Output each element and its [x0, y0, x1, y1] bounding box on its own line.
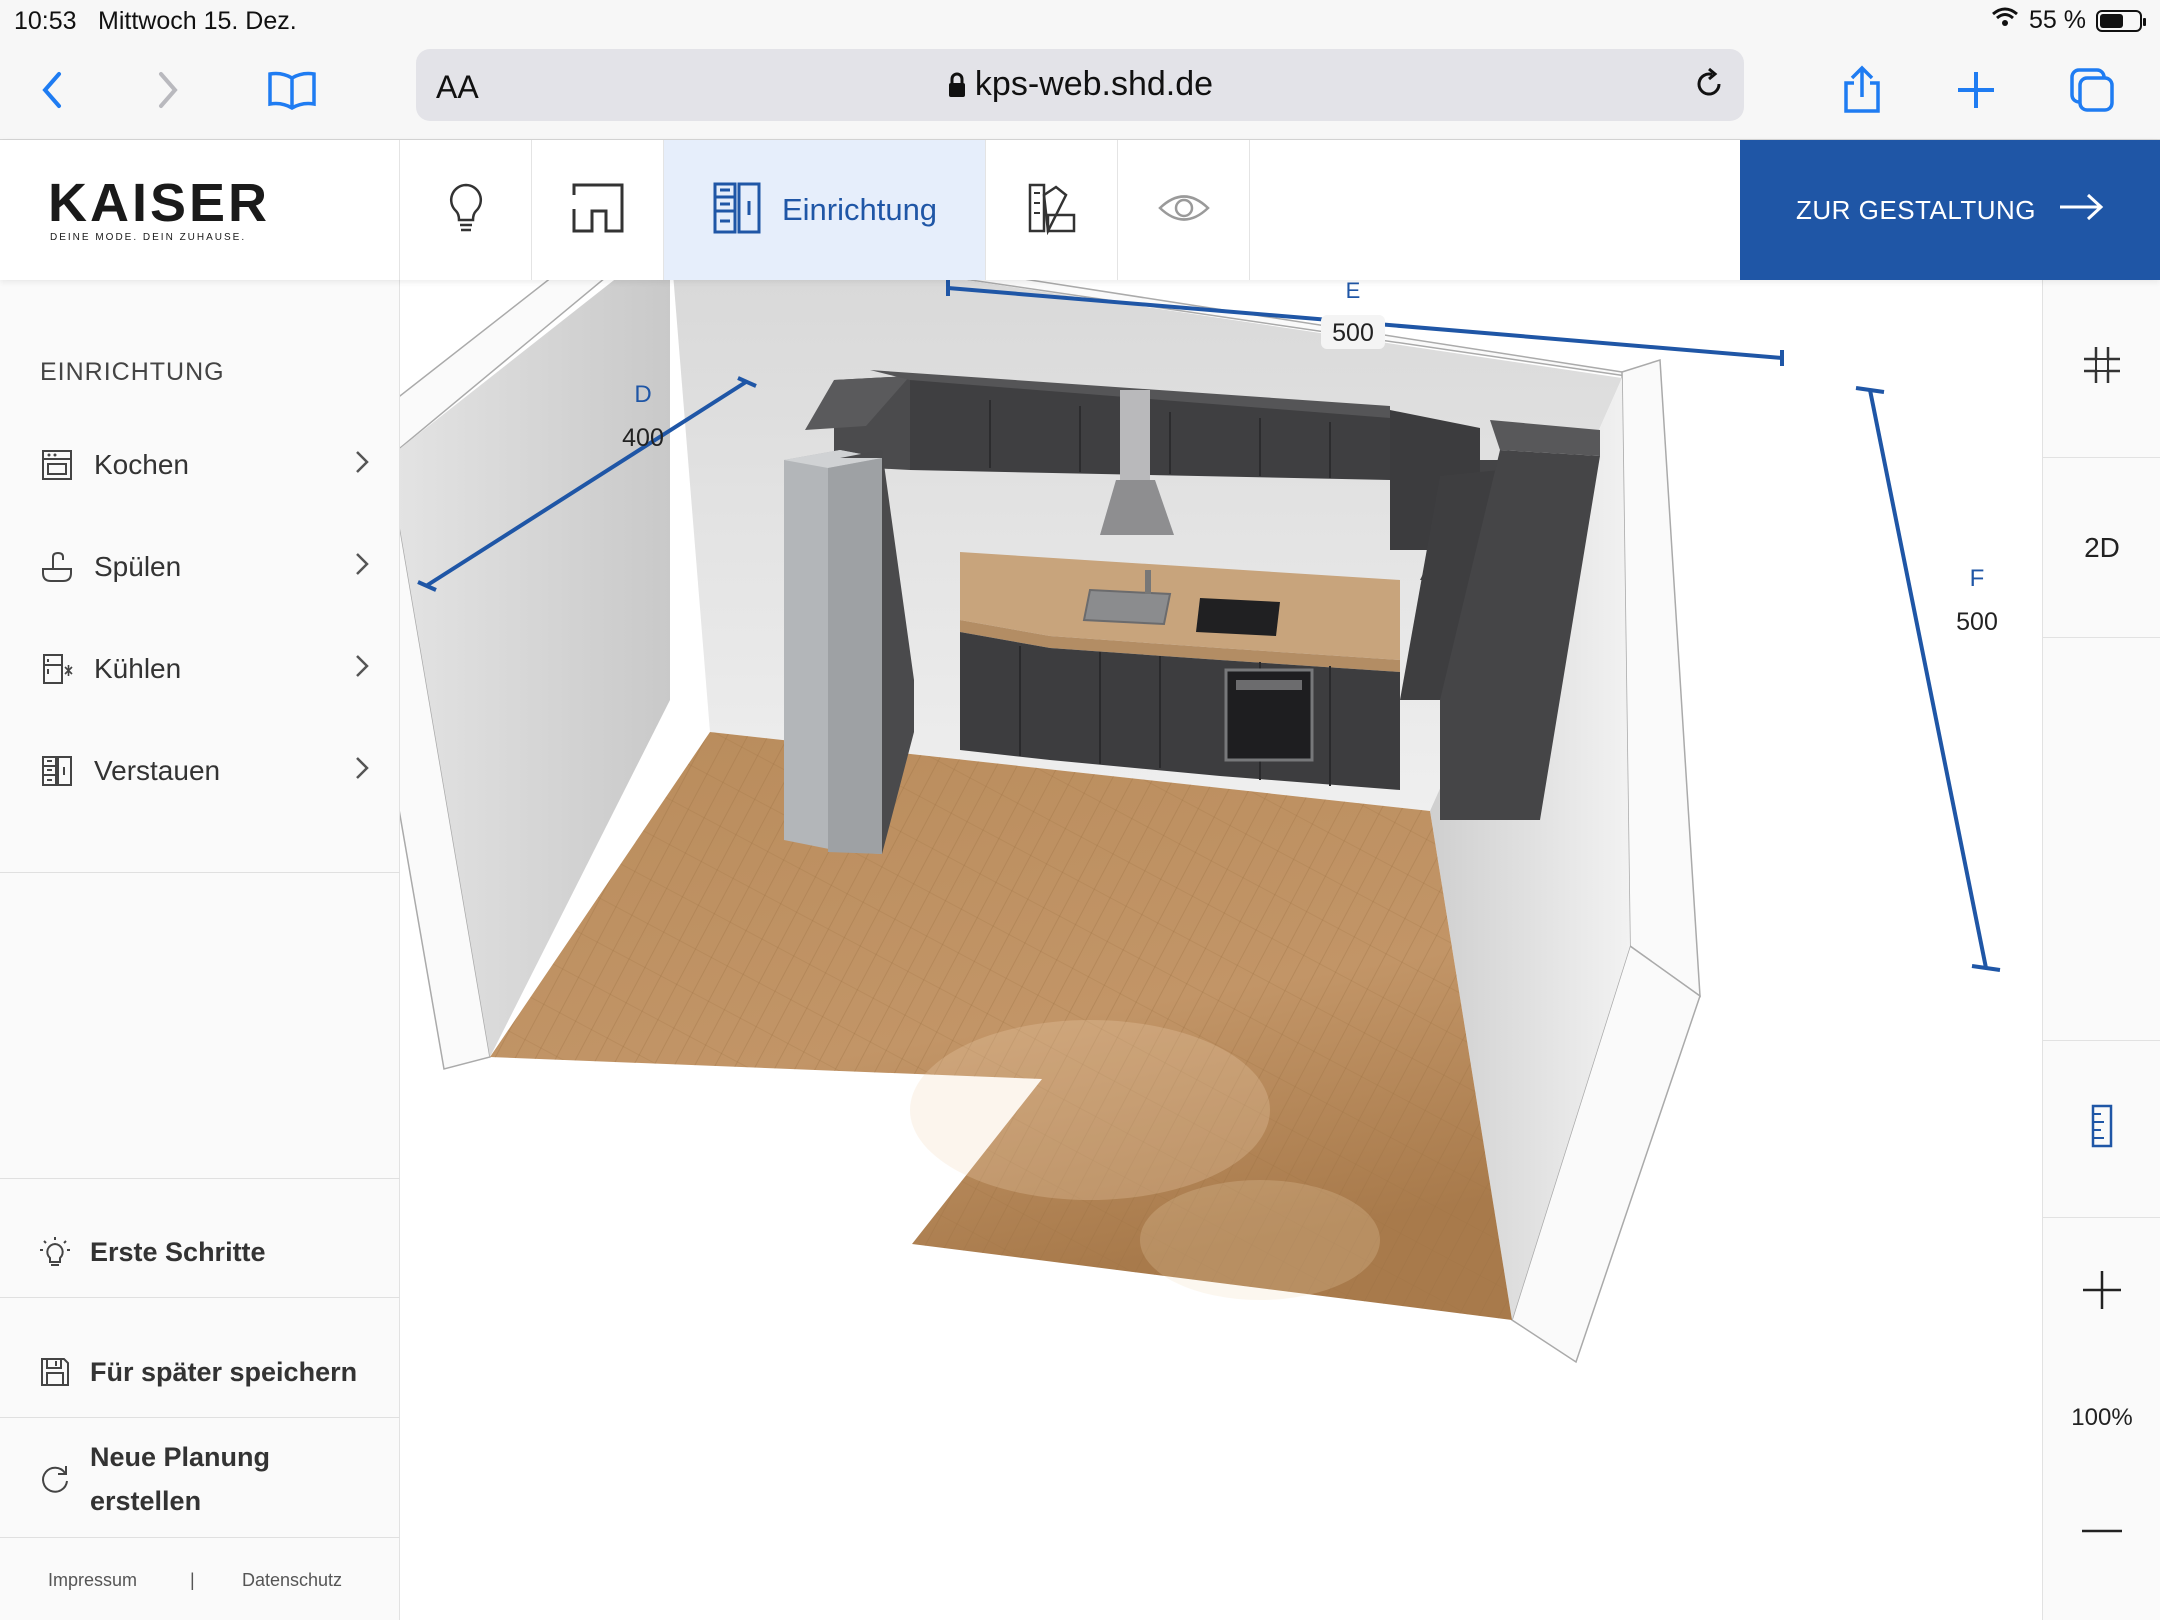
tab-ideas[interactable]: [400, 140, 532, 280]
forward-icon[interactable]: [138, 60, 198, 120]
floor: [490, 732, 1512, 1320]
measure-button[interactable]: [2043, 1040, 2160, 1218]
battery-icon: [2096, 9, 2146, 32]
app-header: KAISER DEINE MODE. DEIN ZUHAUSE. Einrich…: [0, 140, 2160, 280]
browser-toolbar: AA kps-web.shd.de: [0, 40, 2160, 140]
ruler-icon: [2090, 1104, 2114, 1155]
neue-planung-label-line2: erstellen: [90, 1486, 202, 1516]
dimension-f-value: 500: [1956, 608, 1998, 636]
divider: [0, 1297, 400, 1298]
sidebar-item-kuehlen[interactable]: Kühlen: [40, 639, 370, 699]
sidebar-item-label: Verstauen: [94, 755, 221, 786]
dimension-f[interactable]: F 500: [1855, 386, 2001, 972]
fridge-icon: [40, 652, 74, 686]
sidebar-item-spuelen[interactable]: Spülen: [40, 537, 370, 597]
erste-schritte-button[interactable]: Erste Schritte: [38, 1235, 378, 1269]
2d-toggle-button[interactable]: 2D: [2043, 458, 2160, 638]
sidebar-item-verstauen[interactable]: Verstauen: [40, 741, 370, 801]
save-later-button[interactable]: Für später speichern: [38, 1355, 378, 1389]
tab-materials[interactable]: [986, 140, 1118, 280]
view-toolbar: 2D 100%: [2042, 280, 2160, 1620]
wifi-icon: [1991, 6, 2019, 35]
crop-center-icon: [2082, 345, 2122, 392]
lock-icon: [947, 65, 975, 103]
sidebar-item-label: Kühlen: [94, 653, 182, 684]
status-date: Mittwoch 15. Dez.: [98, 7, 297, 35]
sidebar-item-label: Kochen: [94, 449, 189, 480]
divider: [0, 872, 400, 873]
address-bar[interactable]: AA kps-web.shd.de: [416, 49, 1744, 121]
sink-icon: [40, 550, 74, 584]
divider: [0, 1417, 400, 1418]
plus-icon: [2081, 1269, 2123, 1318]
zoom-level: 100%: [2071, 1404, 2133, 1431]
lightbulb-icon: [446, 182, 486, 239]
zoom-in-button[interactable]: [2043, 1218, 2160, 1368]
status-time: 10:53: [14, 7, 77, 35]
room-3d-viewport[interactable]: D 400 E 500 F 500: [400, 280, 2042, 1620]
url-text: kps-web.shd.de: [416, 65, 1744, 104]
tab-einrichtung[interactable]: Einrichtung: [664, 140, 986, 280]
minus-icon: [2080, 1509, 2124, 1541]
dimension-d-label: D: [634, 381, 651, 408]
chevron-right-icon: [354, 653, 370, 686]
status-bar: 10:53 Mittwoch 15. Dez. 55 %: [0, 0, 2160, 40]
neue-planung-button[interactable]: Neue Planung erstellen: [38, 1432, 378, 1526]
divider: [0, 1178, 400, 1179]
chevron-right-icon: [354, 755, 370, 788]
neue-planung-label-line1: Neue Planung: [90, 1442, 271, 1472]
cabinet-icon: [40, 754, 74, 788]
dimension-f-label: F: [1970, 565, 1985, 592]
new-tab-icon[interactable]: [1946, 60, 2006, 120]
refresh-icon: [38, 1462, 72, 1496]
battery-percent: 55 %: [2029, 6, 2086, 34]
dimension-e-label: E: [1346, 280, 1361, 303]
materials-icon: [1026, 181, 1078, 240]
kaiser-logo[interactable]: KAISER DEINE MODE. DEIN ZUHAUSE.: [0, 140, 400, 280]
dimension-e-value: 500: [1332, 319, 1374, 347]
reload-icon[interactable]: [1692, 67, 1726, 106]
tab-room[interactable]: [532, 140, 664, 280]
sidebar-title: EINRICHTUNG: [40, 358, 225, 386]
zoom-out-button[interactable]: [2043, 1460, 2160, 1590]
chevron-right-icon: [354, 551, 370, 584]
save-icon: [38, 1355, 72, 1389]
impressum-link[interactable]: Impressum: [48, 1570, 137, 1591]
arrow-right-icon: [2036, 192, 2104, 229]
divider: [0, 1537, 400, 1538]
erste-schritte-label: Erste Schritte: [90, 1236, 266, 1267]
center-view-button[interactable]: [2043, 280, 2160, 458]
furnish-icon: [712, 181, 762, 240]
zur-gestaltung-label: ZUR GESTALTUNG: [1795, 194, 2037, 225]
2d-toggle-label: 2D: [2084, 531, 2120, 563]
sidebar-item-kochen[interactable]: Kochen: [40, 435, 370, 495]
tab-einrichtung-label: Einrichtung: [781, 192, 938, 227]
brand-name: KAISER: [48, 173, 271, 233]
tabs-icon[interactable]: [2062, 60, 2122, 120]
url-label: kps-web.shd.de: [974, 65, 1214, 103]
eye-icon: [1157, 191, 1211, 230]
sidebar-item-label: Spülen: [94, 551, 182, 582]
footer-separator: |: [190, 1570, 195, 1590]
tab-preview[interactable]: [1118, 140, 1250, 280]
oven-icon: [40, 448, 74, 482]
sidebar: EINRICHTUNG Kochen Spülen Kühlen Verstau…: [0, 280, 400, 1620]
lightbulb-icon: [38, 1235, 72, 1269]
brand-tagline: DEINE MODE. DEIN ZUHAUSE.: [50, 232, 247, 243]
back-icon[interactable]: [22, 60, 82, 120]
floorplan-icon: [570, 181, 626, 240]
datenschutz-link[interactable]: Datenschutz: [242, 1570, 342, 1591]
chevron-right-icon: [354, 449, 370, 482]
bookmarks-icon[interactable]: [262, 60, 322, 120]
dimension-d-value: 400: [622, 424, 664, 452]
zur-gestaltung-button[interactable]: ZUR GESTALTUNG: [1740, 140, 2160, 280]
save-later-label: Für später speichern: [90, 1356, 358, 1387]
share-icon[interactable]: [1832, 60, 1892, 120]
